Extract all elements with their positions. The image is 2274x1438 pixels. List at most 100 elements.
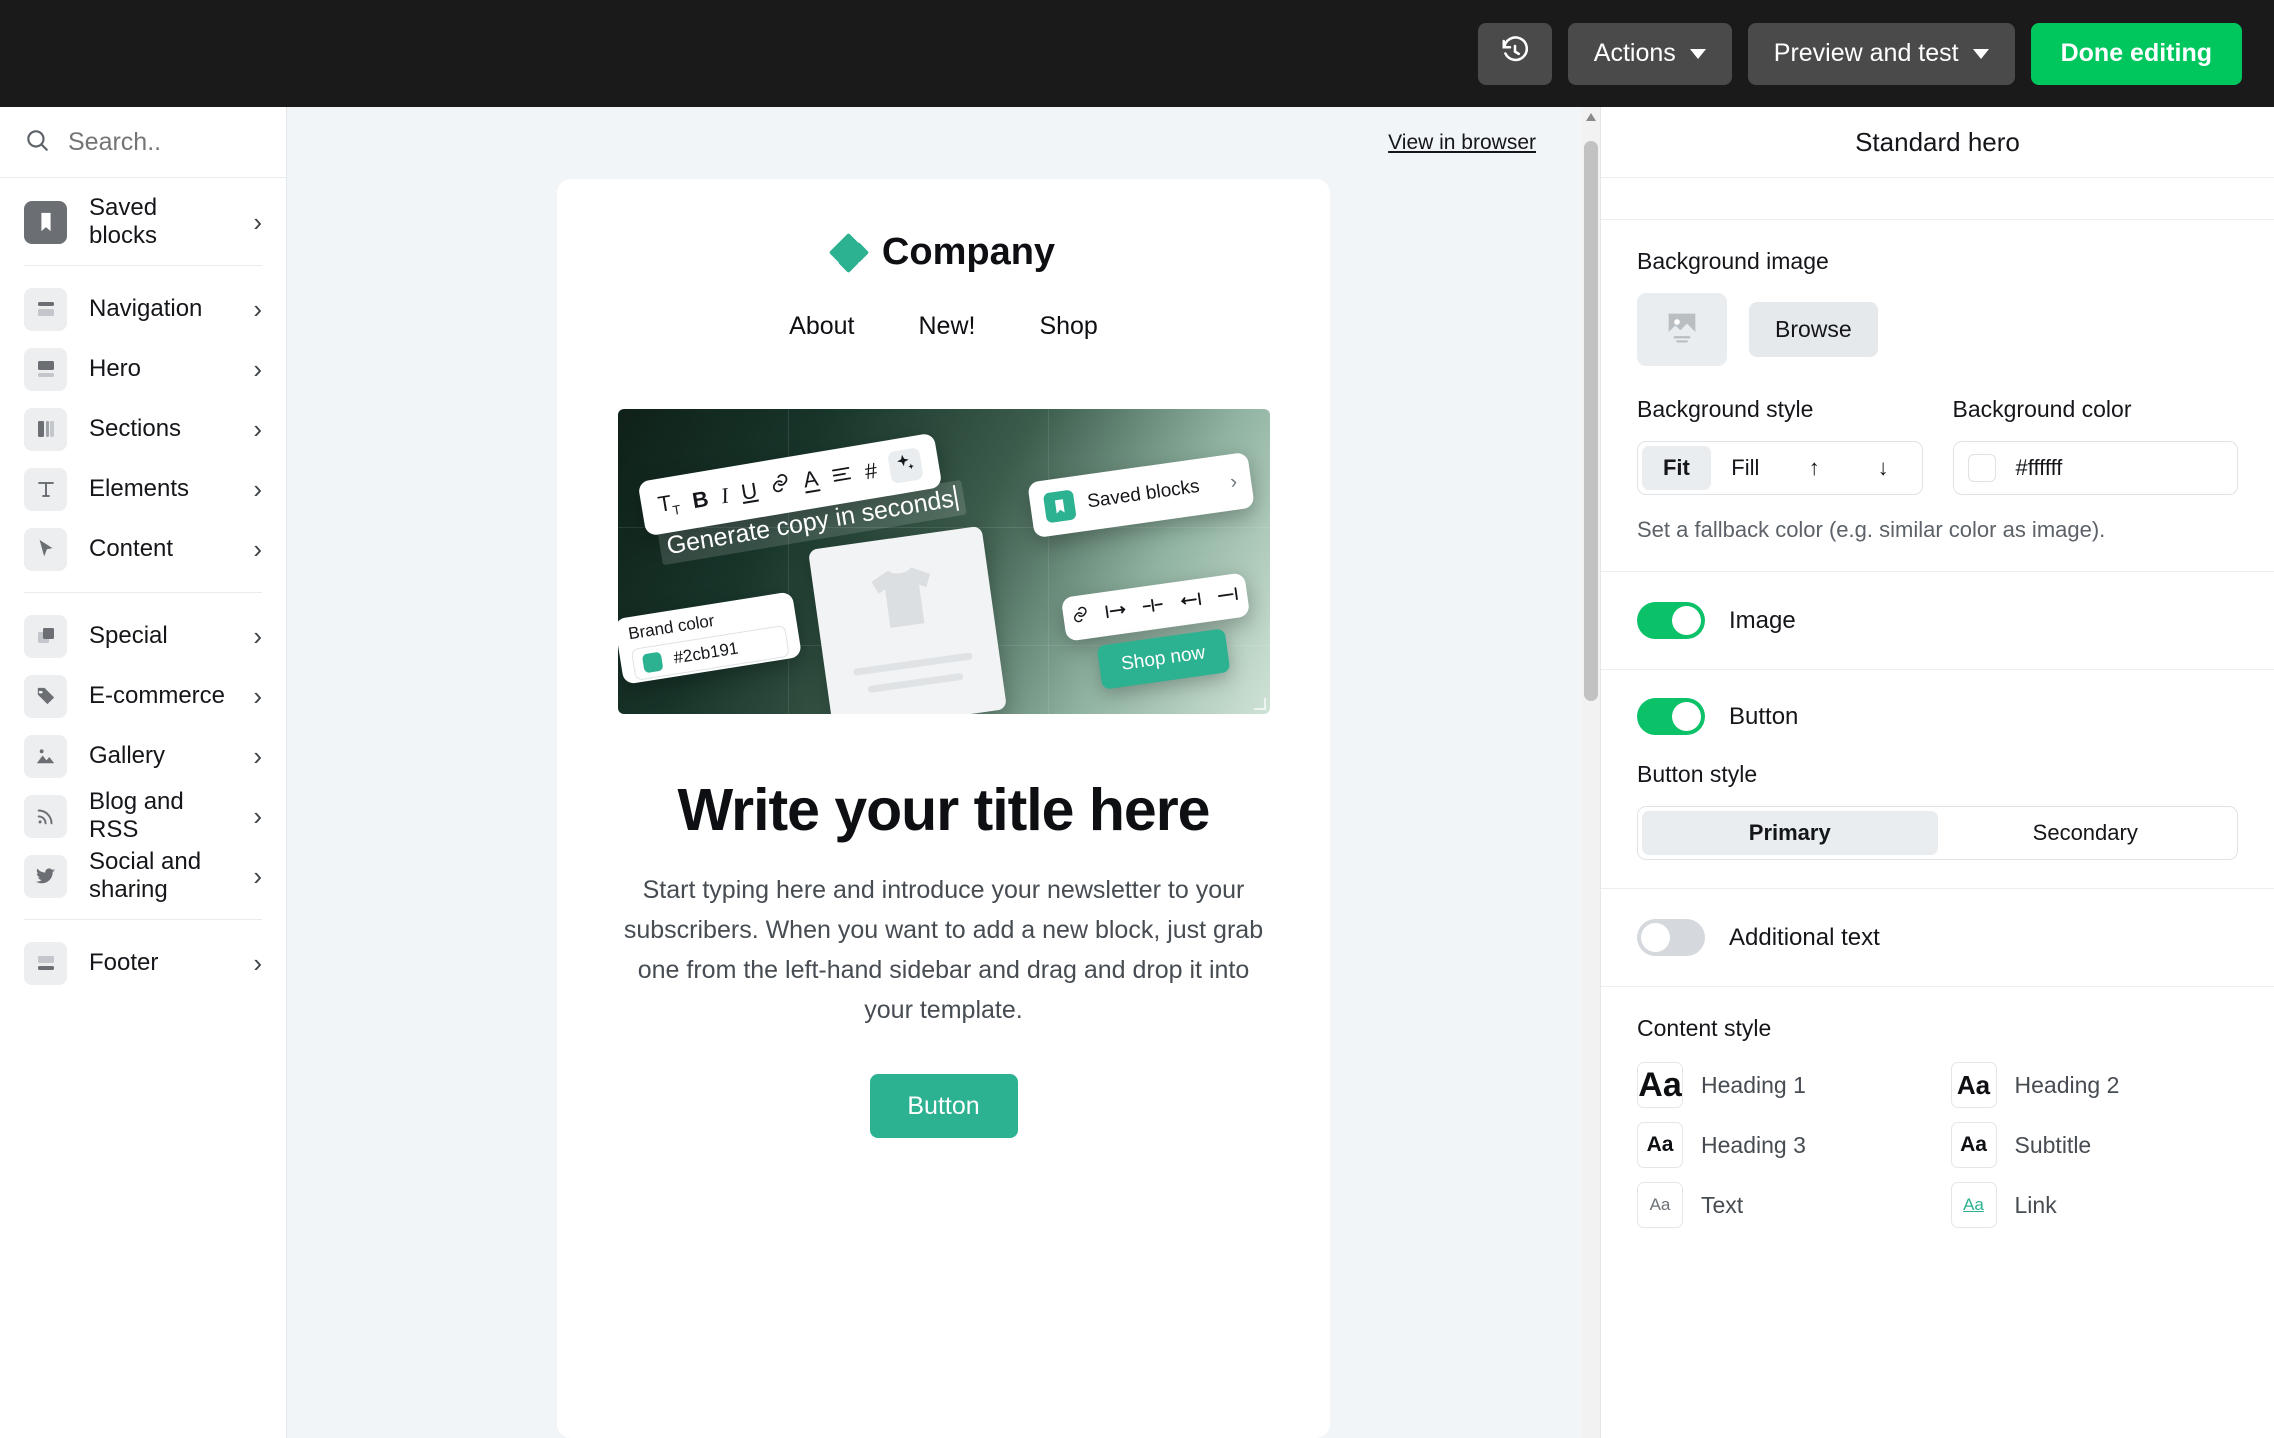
brand-color-card[interactable]: Brand color #2cb191 (617, 591, 802, 685)
italic-icon[interactable]: I (719, 482, 731, 509)
background-style-option-fit[interactable]: Fit (1642, 446, 1711, 490)
color-swatch[interactable] (1967, 454, 1996, 482)
content-style-text[interactable]: Aa Text (1637, 1182, 1925, 1228)
hero-image[interactable]: TT B I U A # Generate copy in seconds Sa… (617, 409, 1270, 714)
sidebar-item-sections[interactable]: Sections › (0, 399, 286, 459)
background-style-option-fill[interactable]: Fill (1711, 446, 1780, 490)
content-style-sample: Aa (1637, 1182, 1683, 1228)
saved-blocks-card[interactable]: Saved blocks › (1026, 451, 1255, 539)
text-size-icon[interactable]: TT (656, 489, 682, 521)
image-toggle-label: Image (1729, 606, 1796, 634)
sidebar-item-social-and-sharing[interactable]: Social and sharing › (0, 846, 286, 906)
email-nav-link-about[interactable]: About (789, 312, 854, 341)
done-editing-button[interactable]: Done editing (2030, 22, 2242, 85)
align-left-icon[interactable] (1103, 600, 1128, 626)
link-icon[interactable] (767, 471, 792, 501)
hero-body-text[interactable]: Start typing here and introduce your new… (624, 870, 1264, 1030)
fallback-hint: Set a fallback color (e.g. similar color… (1637, 517, 2106, 542)
content-style-subtitle[interactable]: Aa Subtitle (1950, 1122, 2239, 1168)
top-toolbar: Actions Preview and test Done editing (0, 0, 2274, 107)
preview-and-test-button[interactable]: Preview and test (1747, 22, 2015, 85)
image-placeholder-icon (1662, 307, 1702, 352)
button-section: Button Button style Primary Secondary (1601, 670, 2274, 889)
content-style-name: Heading 3 (1701, 1131, 1806, 1158)
align-center-icon[interactable] (1141, 594, 1166, 620)
text-t-icon (24, 467, 67, 511)
history-icon (1500, 36, 1530, 71)
background-color-field[interactable]: #ffffff (1952, 441, 2238, 495)
sidebar-item-label: Blog and RSS (89, 788, 184, 843)
hero-cta-button[interactable]: Button (869, 1074, 1018, 1138)
chevron-right-icon: › (253, 621, 262, 651)
chevron-right-icon: › (253, 414, 262, 444)
blocks-sidebar: Saved blocks› Navigation›Hero› Sections › El… (0, 107, 287, 1438)
email-nav-link-new[interactable]: New! (918, 312, 975, 341)
sidebar-item-elements[interactable]: Elements › (0, 459, 286, 519)
sidebar-item-gallery[interactable]: Gallery › (0, 726, 286, 786)
link-icon[interactable] (1070, 604, 1091, 630)
view-in-browser-link[interactable]: View in browser (1388, 131, 1536, 155)
content-style-heading-1[interactable]: Aa Heading 1 (1637, 1062, 1925, 1108)
footer-block-icon (24, 941, 67, 985)
font-color-icon[interactable]: A (801, 466, 820, 494)
chevron-right-icon: › (253, 534, 262, 564)
button-style-option-primary[interactable]: Primary (1642, 811, 1938, 855)
tag-icon (24, 674, 67, 718)
button-style-option-secondary[interactable]: Secondary (1938, 811, 2234, 855)
panel-spacer (1601, 178, 2274, 220)
align-icon[interactable] (829, 461, 854, 490)
sidebar-item-label: Sections (89, 415, 182, 442)
sidebar-item-label: Content (89, 535, 174, 562)
chevron-down-icon (1972, 48, 1989, 59)
browse-button[interactable]: Browse (1749, 302, 1878, 357)
brand-color-hex: #2cb191 (671, 638, 740, 668)
button-style-segmented: Primary Secondary (1637, 806, 2238, 860)
history-button[interactable] (1477, 22, 1552, 85)
sidebar-item-footer[interactable]: Footer › (0, 933, 286, 993)
align-right-icon[interactable] (1178, 589, 1203, 615)
button-toggle[interactable] (1637, 698, 1705, 735)
content-style-sample: Aa (1637, 1062, 1683, 1108)
sidebar-item-blog-and-rss[interactable]: Blog and RSS › (0, 786, 286, 846)
background-image-thumbnail[interactable] (1637, 293, 1727, 366)
align-edge-icon[interactable] (1215, 584, 1240, 610)
chevron-right-icon: › (253, 354, 262, 384)
background-style-segmented: Fit Fill ↑ ↓ (1637, 441, 1923, 495)
ai-sparkle-icon[interactable] (886, 446, 924, 484)
underline-icon[interactable]: U (739, 477, 759, 505)
sidebar-item-saved-blocks[interactable]: Saved blocks › (0, 192, 286, 252)
content-style-name: Heading 1 (1701, 1071, 1806, 1098)
hash-icon[interactable]: # (862, 457, 878, 485)
chevron-down-icon (1689, 48, 1706, 59)
image-toggle[interactable] (1637, 602, 1705, 639)
shop-now-button[interactable]: Shop now (1096, 628, 1230, 690)
brand-name: Company (881, 231, 1056, 273)
scrollbar-thumb[interactable] (1584, 141, 1598, 701)
sidebar-item-content[interactable]: Content › (0, 519, 286, 579)
content-style-heading-2[interactable]: Aa Heading 2 (1950, 1062, 2239, 1108)
scroll-up-arrow-icon[interactable] (1586, 113, 1596, 121)
bold-icon[interactable]: B (690, 485, 710, 513)
background-style-option-[interactable]: ↓ (1849, 446, 1918, 490)
actions-button[interactable]: Actions (1567, 22, 1732, 85)
bookmark-icon (1042, 489, 1077, 524)
sidebar-item-navigation[interactable]: Navigation › (0, 279, 286, 339)
sidebar-item-special[interactable]: Special › (0, 606, 286, 666)
search-input[interactable] (68, 127, 248, 157)
chevron-right-icon: › (1228, 470, 1239, 493)
background-style-option-[interactable]: ↑ (1780, 446, 1849, 490)
resize-handle[interactable] (1253, 698, 1266, 710)
additional-text-toggle[interactable] (1637, 919, 1705, 956)
canvas-scrollbar[interactable] (1582, 107, 1600, 1438)
content-style-name: Link (2014, 1191, 2057, 1218)
sidebar-item-e-commerce[interactable]: E-commerce › (0, 666, 286, 726)
chevron-right-icon: › (253, 681, 262, 711)
content-style-link[interactable]: Aa Link (1950, 1182, 2239, 1228)
content-style-name: Subtitle (2014, 1131, 2092, 1158)
navigation-block-icon (24, 287, 67, 331)
hero-title[interactable]: Write your title here (557, 776, 1330, 844)
email-nav-link-shop[interactable]: Shop (1039, 312, 1097, 341)
sidebar-item-hero[interactable]: Hero › (0, 339, 286, 399)
content-style-sample: Aa (1950, 1182, 1997, 1228)
content-style-heading-3[interactable]: Aa Heading 3 (1637, 1122, 1925, 1168)
